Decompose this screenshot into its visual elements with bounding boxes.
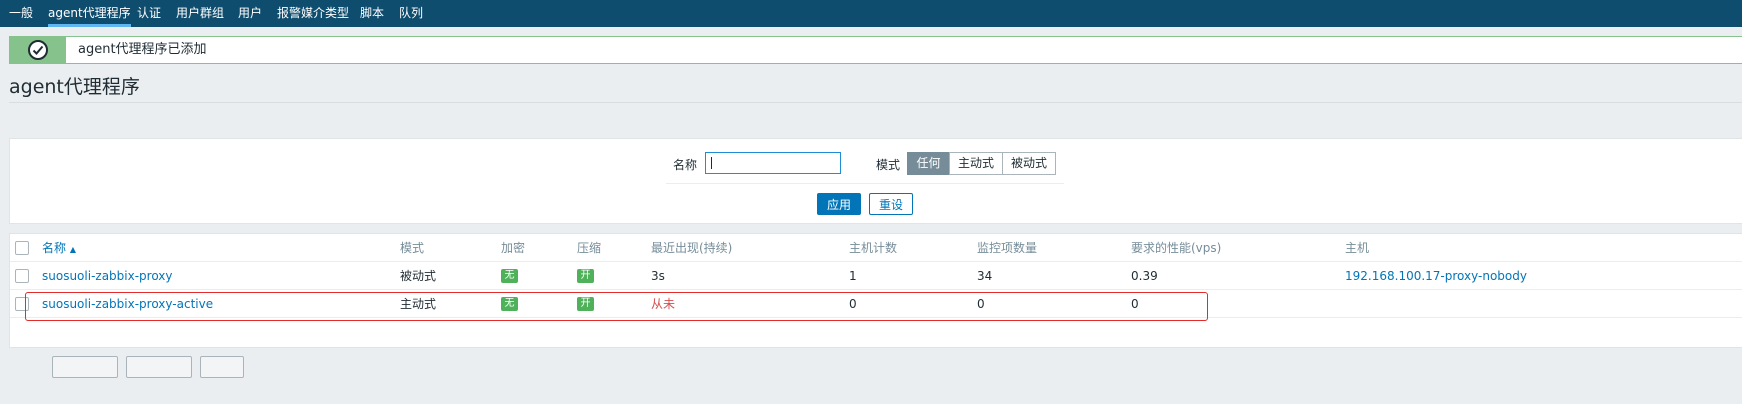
filter-mode-label: 模式 [876, 158, 901, 172]
page-title: agent代理程序 [9, 76, 140, 98]
column-header-last-seen: 最近出现(持续) [651, 241, 733, 255]
nav-item-media-types[interactable]: 报警媒介类型 [277, 0, 349, 27]
mass-action-button[interactable] [200, 356, 244, 378]
mode-option-passive[interactable]: 被动式 [1002, 152, 1056, 175]
nav-item-general[interactable]: 一般 [9, 0, 33, 27]
table-row: suosuoli-zabbix-proxy-active 主动式 无 开 从未 … [10, 290, 1742, 318]
column-header-name[interactable]: 名称 ▲ [42, 234, 76, 264]
mode-option-active[interactable]: 主动式 [949, 152, 1003, 175]
proxy-mode: 主动式 [400, 297, 437, 311]
item-count: 34 [977, 269, 993, 283]
row-checkbox[interactable] [15, 269, 29, 283]
check-circle-icon [28, 40, 48, 60]
column-header-mode: 模式 [400, 241, 425, 255]
bottom-action-bar [0, 356, 1742, 404]
message-text: agent代理程序已添加 [78, 42, 207, 57]
filter-panel: 名称 模式 任何 主动式 被动式 应用 重设 [9, 138, 1742, 224]
filter-separator [666, 183, 1064, 184]
item-count: 0 [977, 297, 985, 311]
encryption-badge: 无 [501, 269, 518, 283]
table-header-row: 名称 ▲ 模式 加密 压缩 最近出现(持续) 主机计数 监控项数量 要求的性能(… [10, 234, 1742, 262]
row-checkbox[interactable] [15, 297, 29, 311]
text-cursor [711, 157, 712, 169]
top-navigation: 一般 agent代理程序 认证 用户群组 用户 报警媒介类型 脚本 队列 [0, 0, 1742, 27]
proxy-table: 名称 ▲ 模式 加密 压缩 最近出现(持续) 主机计数 监控项数量 要求的性能(… [9, 233, 1742, 348]
nav-item-authentication[interactable]: 认证 [137, 0, 161, 27]
column-header-item-count: 监控项数量 [977, 241, 1038, 255]
success-message: agent代理程序已添加 [9, 36, 1742, 64]
table-row: suosuoli-zabbix-proxy 被动式 无 开 3s 1 34 0.… [10, 262, 1742, 290]
proxy-name-link[interactable]: suosuoli-zabbix-proxy-active [42, 290, 213, 318]
compression-badge: 开 [577, 297, 594, 311]
compression-badge: 开 [577, 269, 594, 283]
mode-option-any[interactable]: 任何 [907, 152, 950, 175]
title-divider [9, 102, 1742, 103]
nav-item-proxies[interactable]: agent代理程序 [48, 0, 131, 27]
last-seen: 从未 [651, 297, 676, 311]
select-all-checkbox[interactable] [15, 241, 29, 255]
column-header-hosts: 主机 [1345, 241, 1370, 255]
message-icon-area [10, 37, 66, 63]
nav-item-queue[interactable]: 队列 [399, 0, 423, 27]
column-header-host-count: 主机计数 [849, 241, 898, 255]
required-vps: 0 [1131, 297, 1139, 311]
required-vps: 0.39 [1131, 269, 1158, 283]
encryption-badge: 无 [501, 297, 518, 311]
nav-item-users[interactable]: 用户 [238, 0, 262, 27]
nav-item-scripts[interactable]: 脚本 [360, 0, 384, 27]
proxy-name-link[interactable]: suosuoli-zabbix-proxy [42, 262, 173, 290]
apply-button[interactable]: 应用 [817, 193, 861, 215]
filter-name-input[interactable] [705, 152, 841, 174]
column-header-required-vps: 要求的性能(vps) [1131, 241, 1222, 255]
sort-ascending-icon: ▲ [69, 245, 76, 254]
reset-button[interactable]: 重设 [869, 193, 913, 215]
host-count: 1 [849, 269, 857, 283]
column-header-encryption: 加密 [501, 241, 526, 255]
filter-name-label: 名称 [673, 158, 698, 172]
host-count: 0 [849, 297, 857, 311]
host-link[interactable]: 192.168.100.17-proxy-nobody [1345, 262, 1527, 290]
mass-action-button[interactable] [126, 356, 192, 378]
column-header-compression: 压缩 [577, 241, 602, 255]
proxy-mode: 被动式 [400, 269, 437, 283]
last-seen: 3s [651, 269, 665, 283]
nav-item-user-groups[interactable]: 用户群组 [176, 0, 224, 27]
mass-action-button[interactable] [52, 356, 118, 378]
